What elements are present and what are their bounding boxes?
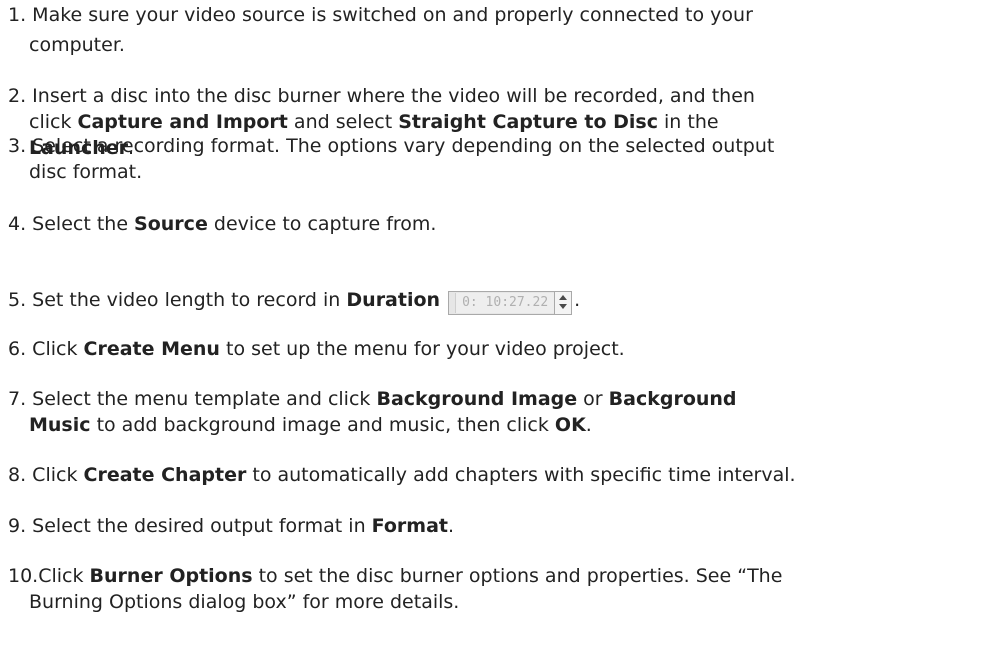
instruction-text: Burning Options dialog box” for more det… xyxy=(29,591,460,613)
step-8-line-1: 8. Click Create Chapter to automatically… xyxy=(8,462,796,488)
instruction-text: Make sure your video source is switched … xyxy=(32,4,753,26)
step-10-line-1: 10.Click Burner Options to set the disc … xyxy=(8,563,782,589)
step-10-line-2: Burning Options dialog box” for more det… xyxy=(29,589,459,615)
ui-term: Duration xyxy=(346,289,441,311)
instruction-text: . xyxy=(448,515,455,537)
ui-term: Music xyxy=(29,414,91,436)
instruction-text: or xyxy=(577,388,609,410)
step-number: 9. xyxy=(8,515,33,537)
ui-term: Burner Options xyxy=(89,565,253,587)
instruction-text: . xyxy=(574,289,581,311)
ui-term: Background xyxy=(608,388,737,410)
instruction-text: Set the video length to record in xyxy=(32,289,347,311)
step-7-line-1: 7. Select the menu template and click Ba… xyxy=(8,386,737,412)
instruction-text: Click xyxy=(32,464,84,486)
step-number: 3. xyxy=(8,135,33,157)
instruction-text: Insert a disc into the disc burner where… xyxy=(32,85,755,107)
up-down-spinner-icon[interactable] xyxy=(554,292,572,314)
instruction-text: Click xyxy=(32,338,84,360)
step-number: 6. xyxy=(8,338,33,360)
instruction-text: to automatically add chapters with speci… xyxy=(246,464,796,486)
step-number: 7. xyxy=(8,388,33,410)
step-6-line-1: 6. Click Create Menu to set up the menu … xyxy=(8,336,625,362)
instruction-document: 1. Make sure your video source is switch… xyxy=(0,0,1002,654)
instruction-text: disc format. xyxy=(29,161,143,183)
ui-term: Straight Capture to Disc xyxy=(398,111,658,133)
step-2-line-2: click Capture and Import and select Stra… xyxy=(29,109,719,135)
step-number: 2. xyxy=(8,85,33,107)
step-5-line-1: 5. Set the video length to record in Dur… xyxy=(8,287,580,315)
instruction-text: to set up the menu for your video projec… xyxy=(219,338,625,360)
ui-term: Create Chapter xyxy=(83,464,247,486)
instruction-text: click xyxy=(29,111,78,133)
step-2-line-1: 2. Insert a disc into the disc burner wh… xyxy=(8,83,755,109)
instruction-text: Select the menu template and click xyxy=(32,388,377,410)
step-3-line-1: 3. Select a recording format. The option… xyxy=(8,133,774,159)
instruction-text: to add background image and music, then … xyxy=(90,414,555,436)
ui-term: Create Menu xyxy=(83,338,220,360)
ui-term: OK xyxy=(554,414,586,436)
step-7-line-2: Music to add background image and music,… xyxy=(29,412,592,438)
step-9-line-1: 9. Select the desired output format in F… xyxy=(8,513,454,539)
instruction-text: to set the disc burner options and prope… xyxy=(252,565,783,587)
ui-term: Format xyxy=(371,515,449,537)
instruction-text: device to capture from. xyxy=(207,213,437,235)
step-number: 10. xyxy=(8,565,39,587)
instruction-text: Click xyxy=(38,565,90,587)
duration-timecode-field[interactable]: 0: 10:27.22 xyxy=(448,291,573,315)
instruction-text: . xyxy=(585,414,592,436)
step-number: 4. xyxy=(8,213,33,235)
step-number: 1. xyxy=(8,4,33,26)
ui-term: Background Image xyxy=(376,388,578,410)
ui-term: Capture and Import xyxy=(77,111,288,133)
duration-timecode-value: 0: 10:27.22 xyxy=(455,293,555,313)
step-1-line-1: 1. Make sure your video source is switch… xyxy=(8,2,753,28)
step-4-line-1: 4. Select the Source device to capture f… xyxy=(8,211,436,237)
step-number: 5. xyxy=(8,289,33,311)
step-3-line-2: disc format. xyxy=(29,159,142,185)
instruction-text: Select the desired output format in xyxy=(32,515,372,537)
instruction-text: computer. xyxy=(29,34,125,56)
instruction-text: Select a recording format. The options v… xyxy=(32,135,775,157)
step-number: 8. xyxy=(8,464,33,486)
instruction-text: and select xyxy=(287,111,399,133)
step-1-line-2: computer. xyxy=(29,32,125,58)
ui-term: Source xyxy=(134,213,208,235)
instruction-text: in the xyxy=(657,111,719,133)
instruction-text: Select the xyxy=(32,213,135,235)
